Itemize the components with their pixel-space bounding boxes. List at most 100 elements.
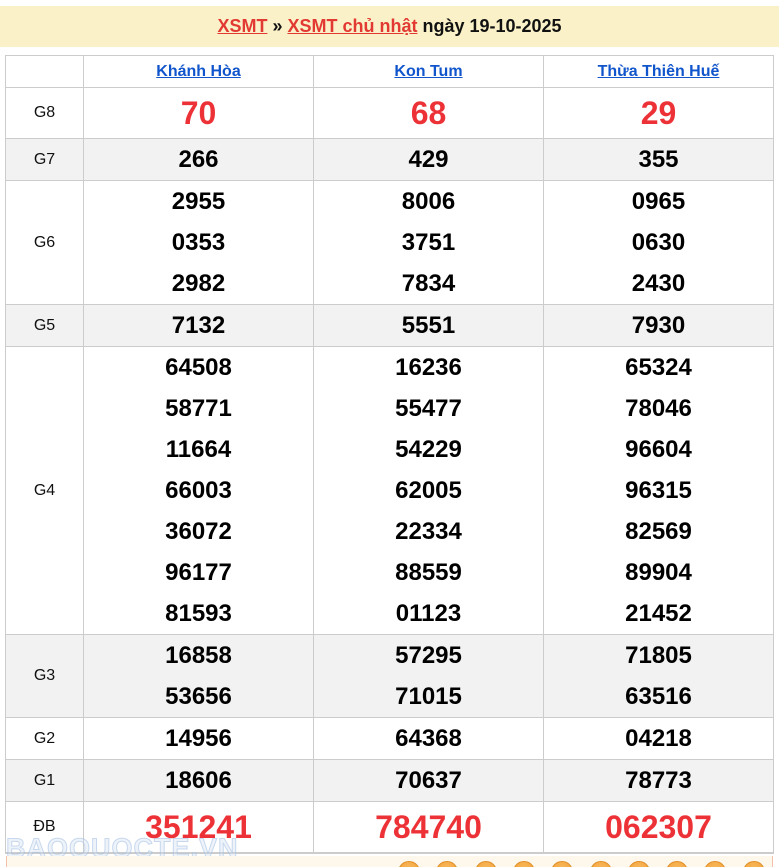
result-number: 53656: [165, 676, 232, 717]
column-header-cell: Thừa Thiên Huế: [544, 56, 773, 87]
lottery-ball-icon: [551, 861, 573, 867]
result-number: 70637: [395, 760, 462, 801]
result-number: 55477: [395, 388, 462, 429]
result-cell: 78773: [544, 760, 773, 801]
table-row: G464508587711166466003360729617781593162…: [6, 347, 773, 635]
result-number: 54229: [395, 429, 462, 470]
lottery-ball-icon: [590, 861, 612, 867]
lottery-ball-icon: [743, 861, 765, 867]
result-number: 351241: [145, 802, 252, 852]
result-number: 58771: [165, 388, 232, 429]
result-number: 04218: [625, 718, 692, 759]
prize-label: ĐB: [6, 802, 84, 852]
lottery-ball-icon: [704, 861, 726, 867]
table-row: G3 1685853656 5729571015 7180563516: [6, 635, 773, 718]
result-cell: 429: [314, 139, 544, 180]
result-number: 16858: [165, 635, 232, 676]
result-number: 7132: [172, 305, 225, 346]
lottery-ball-icon: [398, 861, 420, 867]
result-number: 2982: [172, 263, 225, 304]
result-number: 7834: [402, 263, 455, 304]
result-number: 2430: [632, 263, 685, 304]
result-cell: 68: [314, 88, 544, 138]
result-number: 36072: [165, 511, 232, 552]
result-cell: 355: [544, 139, 773, 180]
table-row: ĐB 351241 784740 062307: [6, 802, 773, 853]
result-cell: 65324780469660496315825698990421452: [544, 347, 773, 634]
result-number: 57295: [395, 635, 462, 676]
result-number: 65324: [625, 347, 692, 388]
page: XSMT » XSMT chủ nhật ngày 19-10-2025 Khá…: [0, 0, 779, 867]
result-number: 5551: [402, 305, 455, 346]
table-row: G6295503532982800637517834096506302430: [6, 181, 773, 305]
result-number: 14956: [165, 718, 232, 759]
province-link[interactable]: Kon Tum: [394, 63, 462, 81]
result-cell: 64368: [314, 718, 544, 759]
result-number: 429: [408, 139, 448, 180]
result-number: 96604: [625, 429, 692, 470]
result-number: 16236: [395, 347, 462, 388]
result-number: 64368: [395, 718, 462, 759]
prize-label: G2: [6, 718, 84, 759]
xsmt-link[interactable]: XSMT: [217, 16, 267, 37]
result-number: 784740: [375, 802, 482, 852]
result-number: 3751: [402, 222, 455, 263]
table-header-row: Khánh Hòa Kon Tum Thừa Thiên Huế: [6, 56, 773, 88]
result-cell: 7180563516: [544, 635, 773, 717]
lottery-ball-icon: [513, 861, 535, 867]
result-cell: 295503532982: [84, 181, 314, 304]
result-number: 89904: [625, 552, 692, 593]
result-number: 29: [641, 88, 677, 138]
table-row: G2 14956 64368 04218: [6, 718, 773, 760]
result-number: 266: [178, 139, 218, 180]
result-number: 0353: [172, 222, 225, 263]
result-cell: 7132: [84, 305, 314, 346]
result-cell: 784740: [314, 802, 544, 852]
prize-label: G7: [6, 139, 84, 180]
results-table: Khánh HòaKon TumThừa Thiên Huế G8706829G…: [5, 55, 774, 854]
result-number: 70: [181, 88, 217, 138]
result-number: 81593: [165, 593, 232, 634]
result-cell: 800637517834: [314, 181, 544, 304]
lottery-ball-icon: [436, 861, 458, 867]
column-header-cell: Kon Tum: [314, 56, 544, 87]
result-cell: 062307: [544, 802, 773, 852]
result-number: 66003: [165, 470, 232, 511]
loto-balls-strip: [6, 856, 773, 867]
result-cell: 04218: [544, 718, 773, 759]
result-number: 22334: [395, 511, 462, 552]
lottery-ball-icon: [666, 861, 688, 867]
header-corner-cell: [6, 56, 84, 87]
result-cell: 70637: [314, 760, 544, 801]
result-cell: 70: [84, 88, 314, 138]
result-number: 11664: [166, 429, 231, 470]
result-number: 82569: [625, 511, 692, 552]
result-number: 96177: [165, 552, 232, 593]
prize-label: G5: [6, 305, 84, 346]
result-number: 8006: [402, 181, 455, 222]
table-row: G8706829: [6, 88, 773, 139]
table-row: G1186067063778773: [6, 760, 773, 802]
province-link[interactable]: Thừa Thiên Huế: [598, 63, 720, 81]
result-number: 062307: [605, 802, 712, 852]
result-cell: 5551: [314, 305, 544, 346]
result-cell: 29: [544, 88, 773, 138]
province-link[interactable]: Khánh Hòa: [156, 63, 240, 81]
result-number: 355: [638, 139, 678, 180]
result-number: 63516: [625, 676, 692, 717]
lottery-ball-icon: [475, 861, 497, 867]
prize-label: G3: [6, 635, 84, 717]
result-number: 18606: [165, 760, 232, 801]
result-number: 78046: [625, 388, 692, 429]
result-number: 21452: [625, 593, 692, 634]
result-number: 71015: [395, 676, 462, 717]
xsmt-chu-nhat-link[interactable]: XSMT chủ nhật: [287, 16, 417, 37]
column-header-cell: Khánh Hòa: [84, 56, 314, 87]
prize-label: G6: [6, 181, 84, 304]
result-number: 96315: [625, 470, 692, 511]
result-cell: 18606: [84, 760, 314, 801]
result-number: 7930: [632, 305, 685, 346]
result-cell: 7930: [544, 305, 773, 346]
result-number: 71805: [625, 635, 692, 676]
result-number: 68: [411, 88, 447, 138]
